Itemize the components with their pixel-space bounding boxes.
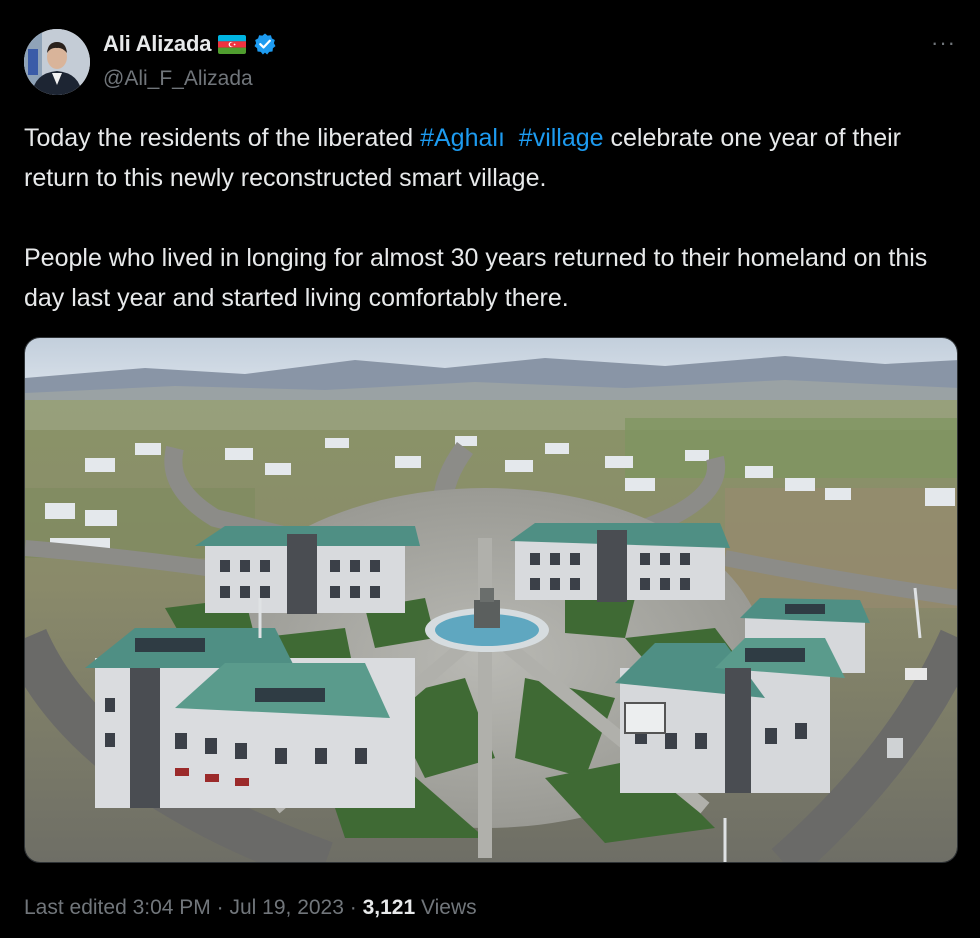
views-count: 3,121 (362, 896, 416, 919)
verified-badge-icon (253, 32, 277, 56)
avatar[interactable] (24, 29, 90, 95)
tweet-media-image[interactable] (24, 337, 958, 863)
tweet-text: Today the residents of the liberated #Ag… (24, 118, 954, 318)
author-handle[interactable]: @Ali_F_Alizada (103, 67, 253, 91)
tweet-date[interactable]: Jul 19, 2023 (229, 896, 343, 919)
tweet-time[interactable]: 3:04 PM (133, 896, 211, 919)
views-label: Views (421, 896, 477, 919)
tweet-paragraph-1: Today the residents of the liberated #Ag… (24, 124, 901, 192)
tweet-meta: Last edited 3:04 PM · Jul 19, 2023 · 3,1… (24, 896, 477, 919)
more-options-button[interactable]: ··· (931, 30, 956, 56)
hashtag-village-link[interactable]: #village (519, 124, 604, 152)
edited-label[interactable]: Last edited (24, 896, 127, 919)
azerbaijan-flag-icon (218, 34, 247, 54)
author-display-name[interactable]: Ali Alizada (103, 31, 211, 57)
hashtag-aghali-link[interactable]: #Aghalı (420, 124, 505, 152)
tweet-paragraph-2: People who lived in longing for almost 3… (24, 244, 928, 312)
